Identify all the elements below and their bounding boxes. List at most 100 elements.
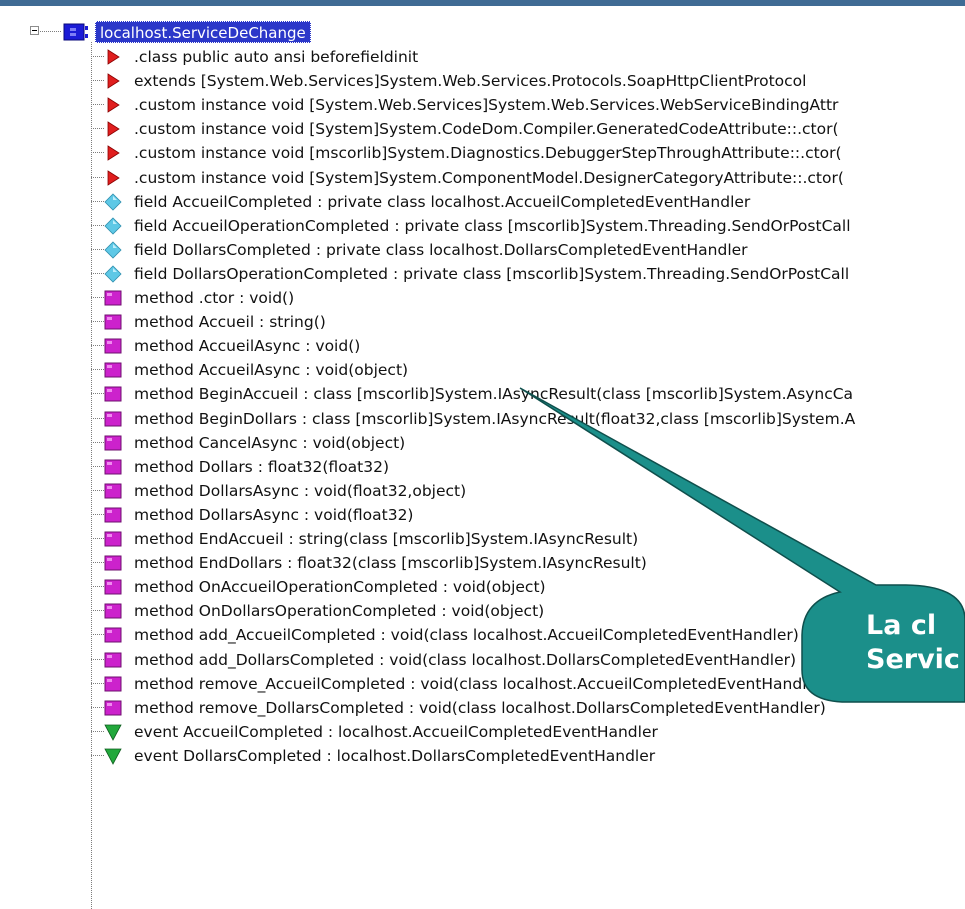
tree-node-method[interactable]: method EndDollars : float32(class [mscor… [0, 550, 965, 574]
tree-node-label[interactable]: method OnAccueilOperationCompleted : voi… [134, 576, 546, 598]
tree-node-method[interactable]: method .ctor : void() [0, 285, 965, 309]
tree-node-field[interactable]: field AccueilOperationCompleted : privat… [0, 213, 965, 237]
cyan-diamond-icon [104, 265, 122, 283]
tree-connector [91, 489, 105, 491]
tree-node-label[interactable]: .class public auto ansi beforefieldinit [134, 46, 418, 68]
tree-node-label[interactable]: method remove_DollarsCompleted : void(cl… [134, 697, 826, 719]
root-node-label[interactable]: localhost.ServiceDeChange [95, 21, 311, 43]
tree-node-method[interactable]: method EndAccueil : string(class [mscorl… [0, 526, 965, 550]
magenta-square-icon [104, 458, 122, 476]
tree-node-label[interactable]: event AccueilCompleted : localhost.Accue… [134, 721, 658, 743]
tree-node-label[interactable]: method CancelAsync : void(object) [134, 432, 405, 454]
tree-node-method[interactable]: method OnAccueilOperationCompleted : voi… [0, 574, 965, 598]
tree-node-label[interactable]: method EndAccueil : string(class [mscorl… [134, 528, 638, 550]
magenta-square-icon [104, 506, 122, 524]
tree-connector [91, 128, 105, 130]
tree-node-method[interactable]: method BeginAccueil : class [mscorlib]Sy… [0, 381, 965, 405]
cyan-diamond-icon [104, 241, 122, 259]
tree-connector [91, 562, 105, 564]
tree-node-label[interactable]: field DollarsOperationCompleted : privat… [134, 263, 849, 285]
tree-node-method[interactable]: method add_DollarsCompleted : void(class… [0, 647, 965, 671]
class-icon [63, 23, 88, 41]
magenta-square-icon [104, 410, 122, 428]
tree-node-method[interactable]: method remove_DollarsCompleted : void(cl… [0, 695, 965, 719]
tree-node-label[interactable]: method DollarsAsync : void(float32) [134, 504, 413, 526]
tree-connector [91, 224, 105, 226]
red-triangle-icon [104, 72, 122, 90]
tree-node-label[interactable]: field AccueilCompleted : private class l… [134, 191, 750, 213]
tree-node-label[interactable]: method BeginDollars : class [mscorlib]Sy… [134, 408, 855, 430]
tree-connector [91, 586, 105, 588]
tree-connector [40, 31, 62, 32]
magenta-square-icon [104, 675, 122, 693]
tree-connector [91, 754, 105, 756]
tree-node-event[interactable]: event AccueilCompleted : localhost.Accue… [0, 719, 965, 743]
tree-connector [91, 393, 105, 395]
tree-connector [91, 104, 105, 106]
tree-node-directive[interactable]: .custom instance void [System]System.Com… [0, 165, 965, 189]
tree-node-method[interactable]: method DollarsAsync : void(float32,objec… [0, 478, 965, 502]
tree-node-label[interactable]: method Dollars : float32(float32) [134, 456, 389, 478]
tree-node-directive[interactable]: .custom instance void [System]System.Cod… [0, 116, 965, 140]
tree-node-method[interactable]: method remove_AccueilCompleted : void(cl… [0, 671, 965, 695]
tree-connector [91, 465, 105, 467]
tree-node-field[interactable]: field DollarsCompleted : private class l… [0, 237, 965, 261]
tree-node-label[interactable]: method .ctor : void() [134, 287, 294, 309]
tree-node-label[interactable]: method Accueil : string() [134, 311, 326, 333]
tree-connector [91, 634, 105, 636]
magenta-square-icon [104, 482, 122, 500]
tree-node-event[interactable]: event DollarsCompleted : localhost.Dolla… [0, 743, 965, 767]
tree-node-label[interactable]: field DollarsCompleted : private class l… [134, 239, 748, 261]
magenta-square-icon [104, 626, 122, 644]
tree-node-method[interactable]: method OnDollarsOperationCompleted : voi… [0, 598, 965, 622]
tree-connector [91, 345, 105, 347]
tree-connector [91, 682, 105, 684]
tree-connector [91, 369, 105, 371]
tree-node-label[interactable]: method DollarsAsync : void(float32,objec… [134, 480, 466, 502]
tree-node-field[interactable]: field AccueilCompleted : private class l… [0, 189, 965, 213]
magenta-square-icon [104, 361, 122, 379]
tree-node-label[interactable]: .custom instance void [System.Web.Servic… [134, 94, 838, 116]
tree-node-method[interactable]: method DollarsAsync : void(float32) [0, 502, 965, 526]
magenta-square-icon [104, 651, 122, 669]
tree-connector [91, 441, 105, 443]
tree-node-label[interactable]: .custom instance void [mscorlib]System.D… [134, 142, 842, 164]
tree-node-method[interactable]: method Accueil : string() [0, 309, 965, 333]
tree-node-method[interactable]: method AccueilAsync : void() [0, 333, 965, 357]
tree-node-label[interactable]: method remove_AccueilCompleted : void(cl… [134, 673, 828, 695]
tree-node-directive[interactable]: extends [System.Web.Services]System.Web.… [0, 68, 965, 92]
tree-node-label[interactable]: method OnDollarsOperationCompleted : voi… [134, 600, 544, 622]
tree-node-label[interactable]: method add_AccueilCompleted : void(class… [134, 624, 799, 646]
tree-node-method[interactable]: method BeginDollars : class [mscorlib]Sy… [0, 406, 965, 430]
tree-node-label[interactable]: method BeginAccueil : class [mscorlib]Sy… [134, 383, 853, 405]
red-triangle-icon [104, 120, 122, 138]
tree-node-label[interactable]: method AccueilAsync : void() [134, 335, 360, 357]
tree-node-method[interactable]: method AccueilAsync : void(object) [0, 357, 965, 381]
magenta-square-icon [104, 313, 122, 331]
magenta-square-icon [104, 434, 122, 452]
tree-node-label[interactable]: .custom instance void [System]System.Com… [134, 167, 844, 189]
tree-node-label[interactable]: method EndDollars : float32(class [mscor… [134, 552, 647, 574]
tree-node-label[interactable]: method add_DollarsCompleted : void(class… [134, 649, 796, 671]
tree-node-label[interactable]: field AccueilOperationCompleted : privat… [134, 215, 851, 237]
collapse-toggle-icon[interactable] [30, 26, 39, 35]
ildasm-tree-view[interactable]: localhost.ServiceDeChange .class public … [0, 8, 965, 909]
tree-node-directive[interactable]: .custom instance void [System.Web.Servic… [0, 92, 965, 116]
tree-root-node[interactable]: localhost.ServiceDeChange [0, 20, 965, 44]
tree-node-label[interactable]: extends [System.Web.Services]System.Web.… [134, 70, 806, 92]
magenta-square-icon [104, 554, 122, 572]
callout-line-2: Servic [866, 644, 960, 675]
tree-connector [91, 200, 105, 202]
tree-node-method[interactable]: method add_AccueilCompleted : void(class… [0, 622, 965, 646]
tree-node-label[interactable]: event DollarsCompleted : localhost.Dolla… [134, 745, 655, 767]
tree-node-field[interactable]: field DollarsOperationCompleted : privat… [0, 261, 965, 285]
magenta-square-icon [104, 699, 122, 717]
tree-node-method[interactable]: method Dollars : float32(float32) [0, 454, 965, 478]
tree-node-label[interactable]: .custom instance void [System]System.Cod… [134, 118, 839, 140]
red-triangle-icon [104, 96, 122, 114]
tree-node-directive[interactable]: .custom instance void [mscorlib]System.D… [0, 140, 965, 164]
cyan-diamond-icon [104, 217, 122, 235]
tree-node-label[interactable]: method AccueilAsync : void(object) [134, 359, 408, 381]
tree-node-method[interactable]: method CancelAsync : void(object) [0, 430, 965, 454]
tree-node-directive[interactable]: .class public auto ansi beforefieldinit [0, 44, 965, 68]
